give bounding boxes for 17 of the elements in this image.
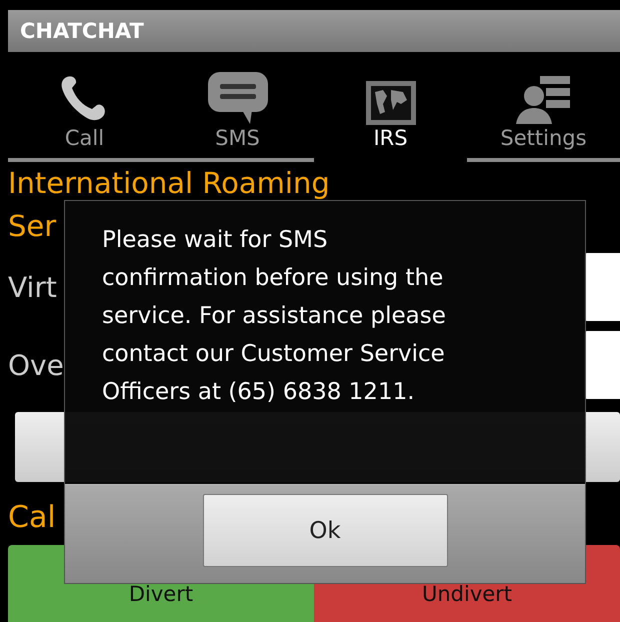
ok-button[interactable]: Ok: [202, 494, 448, 567]
dialog-message: Please wait for SMS confirmation before using the service. For assistance please contact our Customer Service Officers at (65) 6838 1211.: [102, 226, 446, 407]
world-map-icon: [364, 80, 416, 126]
app-title-bar: CHATCHAT: [8, 10, 620, 52]
input-field[interactable]: [584, 253, 620, 321]
section-heading: International Roaming: [8, 165, 330, 202]
tab[interactable]: Call: [8, 70, 161, 162]
section-heading: Ser: [8, 208, 56, 245]
field-label: Ove: [8, 348, 64, 382]
tab[interactable]: SMS: [161, 70, 314, 162]
section-heading: Cal: [8, 500, 56, 535]
input-field[interactable]: [584, 331, 620, 399]
tab[interactable]: IRS: [314, 70, 467, 162]
contact-list-icon: [516, 74, 572, 126]
tab[interactable]: Settings: [467, 70, 620, 162]
field-label: Virt: [8, 270, 57, 304]
chat-bubble-icon: [206, 70, 270, 126]
